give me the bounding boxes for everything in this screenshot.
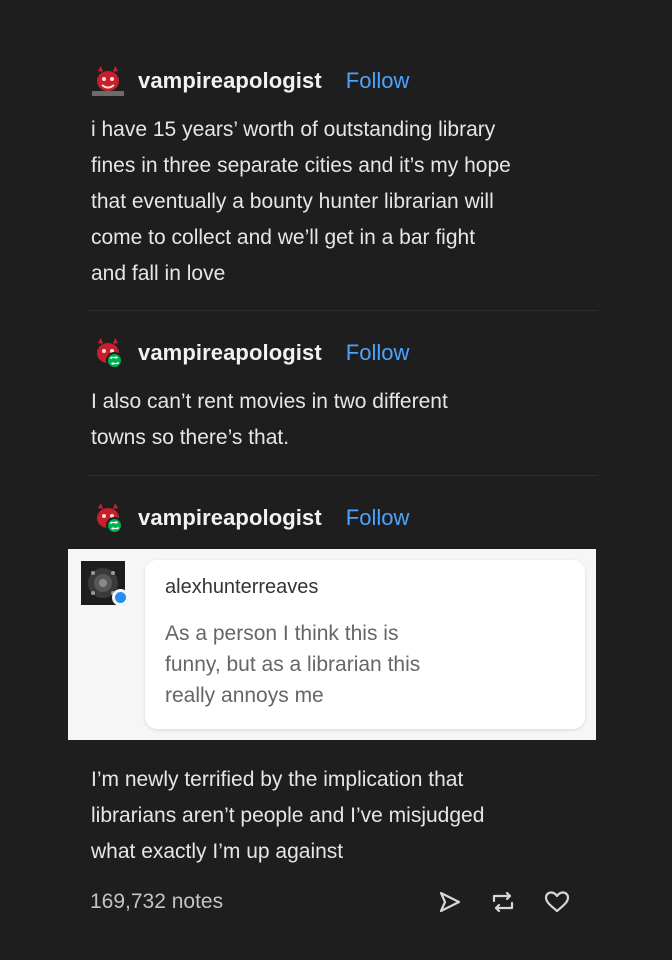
post-header-reblog-1: vampireapologist Follow — [90, 335, 409, 371]
ask-bubble: alexhunterreaves As a person I think thi… — [145, 560, 585, 729]
text-line: I’m newly terrified by the implication t… — [91, 768, 464, 791]
text-line: fines in three separate cities and it’s … — [91, 154, 511, 177]
username[interactable]: vampireapologist — [138, 340, 322, 366]
reblog-badge-icon — [106, 352, 123, 369]
divider — [88, 475, 598, 476]
reblog-badge-icon — [106, 517, 123, 534]
ask-panel: alexhunterreaves As a person I think thi… — [68, 549, 596, 740]
follow-button[interactable]: Follow — [346, 340, 410, 366]
tumblr-post: vampireapologist Follow i have 15 years’… — [0, 0, 672, 960]
text-line: really annoys me — [165, 684, 324, 707]
post-header-original: vampireapologist Follow — [90, 63, 409, 99]
asker-username[interactable]: alexhunterreaves — [165, 576, 318, 599]
text-line: funny, but as a librarian this — [165, 653, 421, 676]
text-line: i have 15 years’ worth of outstanding li… — [91, 118, 496, 141]
ask-badge-icon — [112, 589, 129, 606]
username[interactable]: vampireapologist — [138, 505, 322, 531]
follow-button[interactable]: Follow — [346, 505, 410, 531]
post-footer: 169,732 notes — [90, 884, 570, 920]
text-line: librarians aren’t people and I’ve misjud… — [91, 804, 485, 827]
like-icon[interactable] — [544, 890, 570, 914]
demon-avatar-icon — [92, 66, 124, 96]
avatar[interactable] — [90, 502, 126, 534]
username[interactable]: vampireapologist — [138, 68, 322, 94]
text-line: and fall in love — [91, 262, 226, 285]
post-body-reblog-2: I’m newly terrified by the implication t… — [91, 762, 484, 870]
post-body-original: i have 15 years’ worth of outstanding li… — [91, 112, 511, 292]
text-line: what exactly I’m up against — [91, 840, 344, 863]
text-line: I also can’t rent movies in two differen… — [91, 390, 448, 413]
post-body-reblog-1: I also can’t rent movies in two differen… — [91, 384, 448, 456]
reblog-icon[interactable] — [490, 890, 516, 914]
ask-text: As a person I think this is funny, but a… — [165, 618, 565, 711]
divider — [88, 310, 598, 311]
avatar[interactable] — [90, 337, 126, 369]
share-icon[interactable] — [438, 890, 462, 914]
avatar[interactable] — [90, 65, 126, 97]
text-line: towns so there’s that. — [91, 426, 290, 449]
text-line: As a person I think this is — [165, 622, 399, 645]
post-actions — [438, 890, 570, 914]
text-line: that eventually a bounty hunter libraria… — [91, 190, 494, 213]
text-line: come to collect and we’ll get in a bar f… — [91, 226, 476, 249]
notes-count[interactable]: 169,732 notes — [90, 890, 438, 914]
follow-button[interactable]: Follow — [346, 68, 410, 94]
post-header-reblog-2: vampireapologist Follow — [90, 500, 409, 536]
